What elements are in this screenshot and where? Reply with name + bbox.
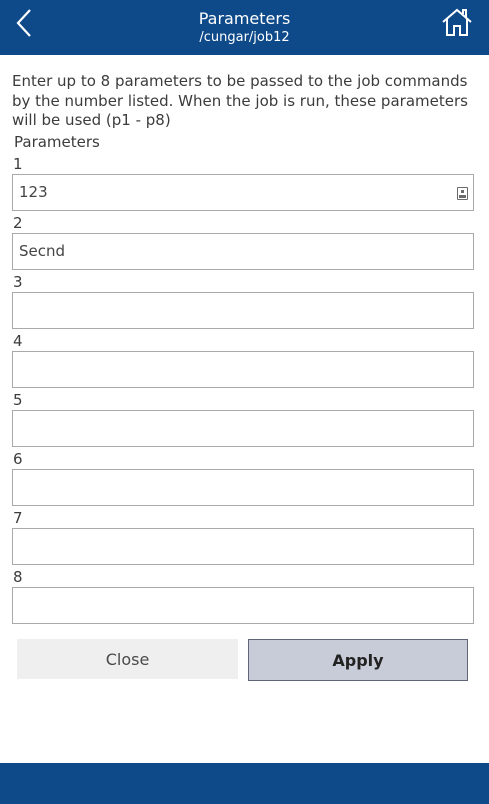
param-field-4[interactable] (12, 350, 474, 388)
intro-text: Enter up to 8 parameters to be passed to… (12, 72, 468, 129)
param-group-4: 4 (12, 331, 474, 388)
back-button[interactable] (8, 6, 40, 40)
param-label: 3 (13, 272, 23, 291)
param-group-5: 5 (12, 390, 474, 447)
param-field-3[interactable] (12, 291, 474, 329)
app-header: Parameters /cungar/job12 (0, 0, 489, 55)
param-label: 5 (13, 390, 23, 409)
param-input-7[interactable] (13, 528, 473, 564)
param-label: 7 (13, 508, 23, 527)
param-field-6[interactable] (12, 468, 474, 506)
param-label: 2 (13, 213, 23, 232)
param-field-1[interactable] (12, 173, 474, 211)
main-content: Enter up to 8 parameters to be passed to… (12, 72, 474, 626)
footer-bar (0, 763, 489, 804)
param-group-2: 2 (12, 213, 474, 270)
parameters-list: 1 2 3 4 5 (12, 154, 474, 624)
param-label: 1 (13, 154, 23, 173)
param-label: 6 (13, 449, 23, 468)
page-title: Parameters (198, 9, 291, 28)
param-group-1: 1 (12, 154, 474, 211)
param-group-6: 6 (12, 449, 474, 506)
apply-button[interactable]: Apply (248, 639, 468, 681)
contact-card-icon[interactable] (457, 186, 468, 200)
page-subtitle: /cungar/job12 (199, 30, 290, 45)
param-label: 4 (13, 331, 23, 350)
param-group-8: 8 (12, 567, 474, 624)
param-group-7: 7 (12, 508, 474, 565)
param-input-8[interactable] (13, 587, 473, 623)
chevron-left-icon (16, 9, 31, 37)
param-field-5[interactable] (12, 409, 474, 447)
param-input-2[interactable] (13, 233, 473, 269)
section-title: Parameters (14, 132, 100, 151)
param-input-3[interactable] (13, 292, 473, 328)
home-button[interactable] (439, 4, 475, 40)
param-field-8[interactable] (12, 586, 474, 624)
close-button[interactable]: Close (17, 639, 238, 679)
param-field-2[interactable] (12, 232, 474, 270)
home-icon (442, 8, 472, 36)
param-field-7[interactable] (12, 527, 474, 565)
param-input-1[interactable] (13, 174, 473, 210)
param-label: 8 (13, 567, 23, 586)
title-block: Parameters /cungar/job12 (120, 9, 369, 47)
param-group-3: 3 (12, 272, 474, 329)
param-input-5[interactable] (13, 410, 473, 446)
param-input-6[interactable] (13, 469, 473, 505)
param-input-4[interactable] (13, 351, 473, 387)
